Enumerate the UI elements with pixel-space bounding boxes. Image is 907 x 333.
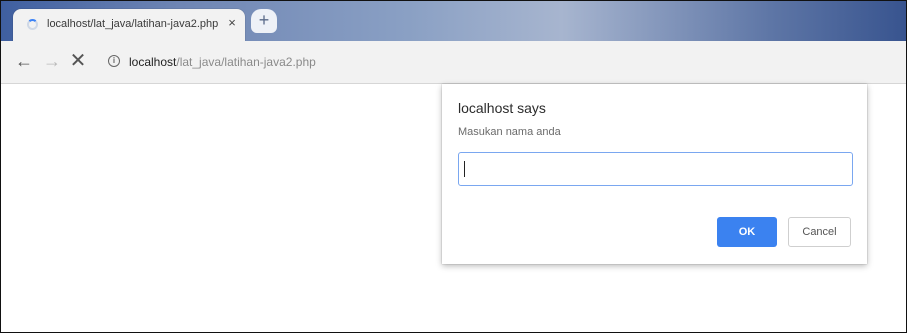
text-caret [464, 161, 465, 177]
loading-spinner-icon [27, 19, 38, 30]
dialog-message: Masukan nama anda [458, 126, 561, 138]
stop-loading-button[interactable]: ✕ [67, 50, 89, 72]
back-button[interactable]: ← [13, 50, 35, 72]
dialog-title: localhost says [458, 100, 546, 116]
tab-title: localhost/lat_java/latihan-java2.php [47, 18, 219, 30]
browser-tab[interactable]: localhost/lat_java/latihan-java2.php × [13, 9, 245, 41]
browser-toolbar: ← → ✕ i localhost/lat_java/latihan-java2… [1, 41, 906, 84]
forward-button[interactable]: → [41, 50, 63, 72]
name-input[interactable] [458, 152, 853, 186]
url-path: /lat_java/latihan-java2.php [176, 55, 316, 69]
cancel-button[interactable]: Cancel [788, 217, 851, 247]
tab-close-icon[interactable]: × [225, 16, 239, 30]
address-bar[interactable]: i localhost/lat_java/latihan-java2.php [101, 47, 891, 77]
url-host: localhost [129, 55, 177, 69]
prompt-dialog: localhost says Masukan nama anda OK Canc… [442, 84, 867, 264]
new-tab-button[interactable]: + [251, 9, 277, 33]
ok-button[interactable]: OK [717, 217, 777, 247]
tab-strip: localhost/lat_java/latihan-java2.php × + [1, 1, 906, 41]
url-text[interactable]: localhost/lat_java/latihan-java2.php [129, 55, 316, 69]
site-info-icon[interactable]: i [108, 55, 120, 67]
